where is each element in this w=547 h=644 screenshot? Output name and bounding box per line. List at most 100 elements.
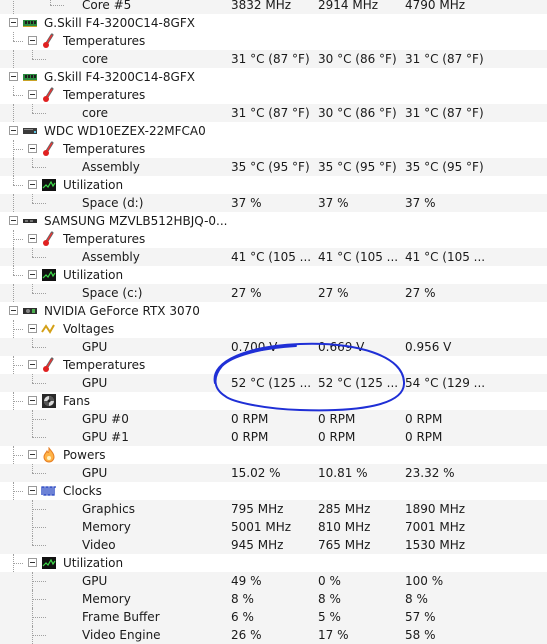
- tree-connector-line: [32, 599, 46, 600]
- tree-connector-line: [32, 473, 46, 474]
- sensor-group-row[interactable]: Utilization: [0, 176, 547, 194]
- max-value: 7001 MHz: [405, 520, 466, 534]
- sensor-group-row[interactable]: Temperatures: [0, 140, 547, 158]
- collapse-toggle-icon[interactable]: [9, 306, 18, 315]
- min-value: 10.81 %: [318, 466, 368, 480]
- tree-connector-line: [13, 185, 23, 186]
- tree-guide-line: [13, 158, 14, 176]
- sensor-row[interactable]: core 31 °C (87 °F) 30 °C (86 °F) 31 °C (87 …: [0, 50, 547, 68]
- tree-connector-line: [13, 149, 23, 150]
- sensor-group-row[interactable]: Utilization: [0, 554, 547, 572]
- collapse-toggle-icon[interactable]: [28, 324, 37, 333]
- sensor-row[interactable]: Core #5 3832 MHz 2914 MHz 4790 MHz: [0, 0, 547, 14]
- sensor-tree[interactable]: Core #5 3832 MHz 2914 MHz 4790 MHz G.Skill F…: [0, 0, 547, 644]
- current-value: 41 °C (105 ...: [231, 250, 312, 264]
- sensor-row[interactable]: GPU 52 °C (125 ... 52 °C (125 ... 54 °C (12…: [0, 374, 547, 392]
- tree-connector-line: [32, 203, 46, 204]
- sensor-row[interactable]: core 31 °C (87 °F) 30 °C (86 °F) 31 °C (87 …: [0, 104, 547, 122]
- min-value: 810 MHz: [318, 520, 371, 534]
- tree-connector-line: [32, 437, 46, 438]
- sensor-row[interactable]: Assembly 41 °C (105 ... 41 °C (105 ... 41 °…: [0, 248, 547, 266]
- collapse-toggle-icon[interactable]: [28, 90, 37, 99]
- tree-connector-line: [13, 41, 23, 42]
- min-value: 0.669 V: [318, 340, 365, 354]
- row-label: Temperatures: [63, 232, 146, 246]
- sensor-group-row[interactable]: Temperatures: [0, 230, 547, 248]
- tree-guide-line: [32, 284, 33, 293]
- min-value: 41 °C (105 ...: [318, 250, 399, 264]
- row-label: WDC WD10EZEX-22MFCA0: [44, 124, 206, 138]
- device-row[interactable]: WDC WD10EZEX-22MFCA0: [0, 122, 547, 140]
- collapse-toggle-icon[interactable]: [28, 36, 37, 45]
- max-value: 35 °C (95 °F): [405, 160, 484, 174]
- row-label: Utilization: [63, 268, 124, 282]
- tree-guide-line: [13, 194, 14, 212]
- sensor-group-row[interactable]: Temperatures: [0, 86, 547, 104]
- utilization-icon: [41, 177, 57, 193]
- collapse-toggle-icon[interactable]: [28, 270, 37, 279]
- device-row[interactable]: G.Skill F4-3200C14-8GFX: [0, 68, 547, 86]
- current-value: 37 %: [231, 196, 262, 210]
- min-value: 17 %: [318, 628, 349, 642]
- thermometer-icon: [41, 141, 57, 157]
- current-value: 5001 MHz: [231, 520, 292, 534]
- collapse-toggle-icon[interactable]: [28, 180, 37, 189]
- sensor-group-row[interactable]: Fans: [0, 392, 547, 410]
- min-value: 30 °C (86 °F): [318, 52, 397, 66]
- sensor-row[interactable]: Memory 8 % 8 % 8 %: [0, 590, 547, 608]
- sensor-group-row[interactable]: Temperatures: [0, 356, 547, 374]
- collapse-toggle-icon[interactable]: [28, 396, 37, 405]
- max-value: 41 °C (105 ...: [405, 250, 486, 264]
- sensor-row[interactable]: Video Engine 26 % 17 % 58 %: [0, 626, 547, 644]
- collapse-toggle-icon[interactable]: [28, 450, 37, 459]
- tree-connector-line: [32, 293, 46, 294]
- collapse-toggle-icon[interactable]: [9, 126, 18, 135]
- max-value: 8 %: [405, 592, 428, 606]
- tree-connector-line: [32, 347, 46, 348]
- tree-connector-line: [13, 95, 23, 96]
- row-label: G.Skill F4-3200C14-8GFX: [44, 70, 195, 84]
- sensor-row[interactable]: GPU 0.700 V 0.669 V 0.956 V: [0, 338, 547, 356]
- sensor-group-row[interactable]: Temperatures: [0, 32, 547, 50]
- tree-connector-line: [32, 581, 46, 582]
- sensor-row[interactable]: Space (d:) 37 % 37 % 37 %: [0, 194, 547, 212]
- current-value: 15.02 %: [231, 466, 281, 480]
- device-row[interactable]: NVIDIA GeForce RTX 3070: [0, 302, 547, 320]
- collapse-toggle-icon[interactable]: [28, 558, 37, 567]
- collapse-toggle-icon[interactable]: [28, 360, 37, 369]
- sensor-row[interactable]: Memory 5001 MHz 810 MHz 7001 MHz: [0, 518, 547, 536]
- sensor-row[interactable]: GPU #0 0 RPM 0 RPM 0 RPM: [0, 410, 547, 428]
- row-label: GPU: [82, 340, 108, 354]
- sensor-row[interactable]: Assembly 35 °C (95 °F) 35 °C (95 °F) 35 °C …: [0, 158, 547, 176]
- max-value: 0 RPM: [405, 412, 443, 426]
- device-row[interactable]: SAMSUNG MZVLB512HBJQ-0...: [0, 212, 547, 230]
- sensor-row[interactable]: Space (c:) 27 % 27 % 27 %: [0, 284, 547, 302]
- row-label: GPU #0: [82, 412, 129, 426]
- min-value: 30 °C (86 °F): [318, 106, 397, 120]
- max-value: 58 %: [405, 628, 436, 642]
- sensor-row[interactable]: Graphics 795 MHz 285 MHz 1890 MHz: [0, 500, 547, 518]
- thermometer-icon: [41, 231, 57, 247]
- max-value: 0 RPM: [405, 430, 443, 444]
- sensor-group-row[interactable]: Voltages: [0, 320, 547, 338]
- collapse-toggle-icon[interactable]: [9, 216, 18, 225]
- sensor-group-row[interactable]: Utilization: [0, 266, 547, 284]
- device-row[interactable]: G.Skill F4-3200C14-8GFX: [0, 14, 547, 32]
- collapse-toggle-icon[interactable]: [9, 72, 18, 81]
- tree-guide-line: [13, 284, 14, 302]
- min-value: 765 MHz: [318, 538, 371, 552]
- row-label: Memory: [82, 592, 131, 606]
- collapse-toggle-icon[interactable]: [28, 486, 37, 495]
- tree-guide-line: [13, 176, 14, 185]
- sensor-row[interactable]: Frame Buffer 6 % 5 % 57 %: [0, 608, 547, 626]
- sensor-row[interactable]: GPU 49 % 0 % 100 %: [0, 572, 547, 590]
- collapse-toggle-icon[interactable]: [9, 18, 18, 27]
- sensor-row[interactable]: GPU #1 0 RPM 0 RPM 0 RPM: [0, 428, 547, 446]
- collapse-toggle-icon[interactable]: [28, 144, 37, 153]
- sensor-row[interactable]: Video 945 MHz 765 MHz 1530 MHz: [0, 536, 547, 554]
- collapse-toggle-icon[interactable]: [28, 234, 37, 243]
- sensor-group-row[interactable]: Powers: [0, 446, 547, 464]
- sensor-group-row[interactable]: Clocks: [0, 482, 547, 500]
- sensor-row[interactable]: GPU 15.02 % 10.81 % 23.32 %: [0, 464, 547, 482]
- row-label: NVIDIA GeForce RTX 3070: [44, 304, 200, 318]
